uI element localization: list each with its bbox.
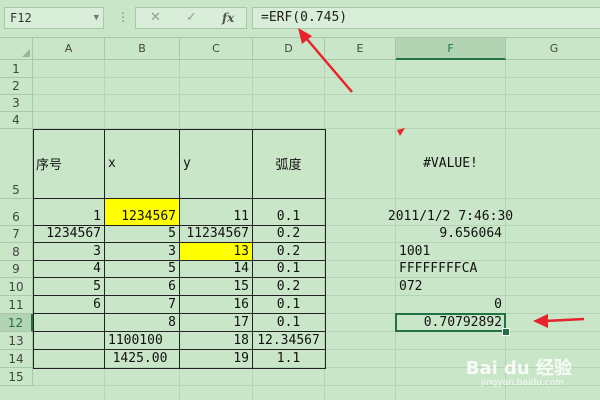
arrow-to-formula xyxy=(305,37,353,93)
spreadsheet-window: F12 ▼ ⋮ ✕ ✓ fx =ERF(0.745) ABCDEFG 12345… xyxy=(0,0,600,400)
comment-indicator-icon xyxy=(397,128,405,136)
watermark: Bai du 经验 jingyan.baidu.com xyxy=(465,354,572,388)
arrow-head-result xyxy=(533,314,548,328)
arrow-to-result xyxy=(544,317,585,323)
annotation-arrows xyxy=(298,28,585,328)
watermark-brand: Bai du 经验 xyxy=(465,358,572,379)
watermark-url: jingyan.baidu.com xyxy=(480,378,564,388)
